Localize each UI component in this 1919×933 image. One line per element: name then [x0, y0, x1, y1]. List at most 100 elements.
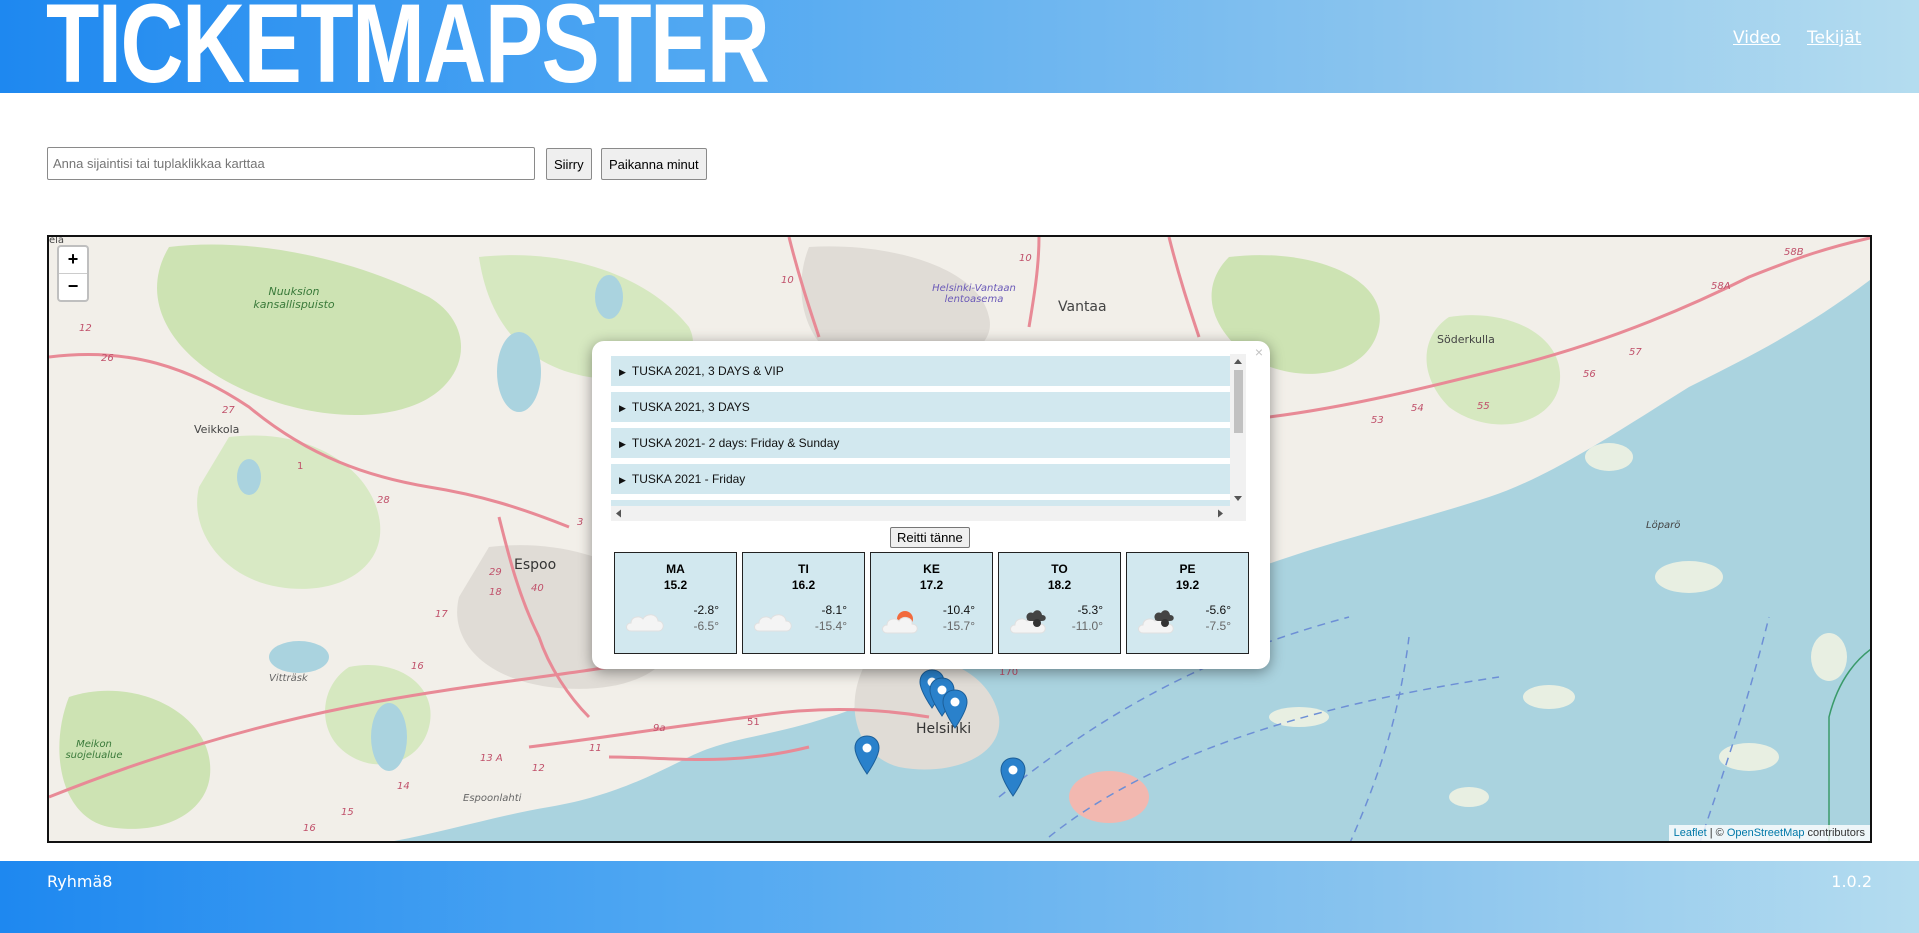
- weather-date: 18.2: [1047, 578, 1072, 592]
- place-label: Löparö: [1646, 520, 1681, 531]
- place-label: Vantaa: [1058, 299, 1107, 315]
- nav-link-video[interactable]: Video: [1733, 28, 1781, 48]
- road-number: 12: [79, 323, 92, 334]
- ticket-item[interactable]: ▶ TUSKA 2021- 2 days: Friday & Sunday: [611, 428, 1231, 458]
- expand-triangle-icon: ▶: [619, 475, 626, 485]
- scroll-arrows-icon: [616, 509, 1223, 518]
- road-number: 1: [297, 461, 304, 472]
- weather-date: 19.2: [1175, 578, 1200, 592]
- weather-low: -15.4°: [814, 619, 847, 633]
- weather-card: TI 16.2 -8.1° -15.4°: [742, 552, 865, 654]
- event-popup: × ▶ TUSKA 2021, 3 DAYS & VIP ▶ TUSKA 2021,…: [592, 341, 1270, 669]
- road-number: 10: [781, 275, 794, 286]
- zoom-control: + −: [57, 245, 89, 302]
- route-here-button[interactable]: Reitti tänne: [890, 527, 970, 548]
- road-number: 58A: [1711, 281, 1731, 292]
- weather-high: -5.6°: [1205, 603, 1231, 617]
- weather-card: PE 19.2 -5.6° -7.5°: [1126, 552, 1249, 654]
- ticket-item[interactable]: ▶ TUSKA 2021, 3 DAYS: [611, 392, 1231, 422]
- place-label: Veikkola: [194, 423, 240, 436]
- road-number: 40: [531, 583, 544, 594]
- map-marker-pin-icon[interactable]: [854, 735, 880, 775]
- road-number: 54: [1411, 403, 1424, 414]
- weather-date: 16.2: [791, 578, 816, 592]
- road-number: 51: [747, 717, 760, 728]
- map-marker-pin-icon[interactable]: [1000, 757, 1026, 797]
- road-number: 58B: [1784, 247, 1804, 258]
- map-attribution: Leaflet | © OpenStreetMap contributors: [1668, 825, 1870, 841]
- road-number: 15: [341, 807, 354, 818]
- weather-card: MA 15.2 -2.8° -6.5°: [614, 552, 737, 654]
- road-number: 10: [1019, 253, 1032, 264]
- close-icon[interactable]: ×: [1255, 344, 1263, 360]
- footer-group-name: Ryhmä8: [47, 872, 113, 891]
- weather-low: -11.0°: [1071, 619, 1103, 633]
- zoom-in-button[interactable]: +: [59, 247, 87, 273]
- weather-day: TO: [1051, 562, 1068, 576]
- road-number: 55: [1477, 401, 1490, 412]
- weather-high: -5.3°: [1077, 603, 1103, 617]
- ticket-label: TUSKA 2021, 3 DAYS & VIP: [631, 364, 784, 378]
- attribution-suffix: contributors: [1804, 827, 1865, 839]
- weather-low: -6.5°: [693, 619, 719, 633]
- attribution-separator: | ©: [1706, 827, 1727, 839]
- place-label: Espoo: [514, 557, 557, 573]
- weather-high: -8.1°: [821, 603, 847, 617]
- cloud-icon: [754, 614, 792, 632]
- place-label: Vitträsk: [269, 673, 308, 684]
- locate-me-button[interactable]: Paikanna minut: [601, 148, 707, 180]
- header-bar: TICKETMAPSTER Video Tekijät: [0, 0, 1919, 93]
- road-number: 18: [489, 587, 502, 598]
- ticket-item[interactable]: ▶ TUSKA 2021 - Friday: [611, 464, 1231, 494]
- place-label: Meikon suojelualue: [65, 739, 123, 761]
- weather-high: -10.4°: [942, 603, 975, 617]
- road-number: 28: [377, 495, 390, 506]
- ticket-list[interactable]: ▶ TUSKA 2021, 3 DAYS & VIP ▶ TUSKA 2021, 3…: [611, 354, 1249, 522]
- dark-clouds-icon: [1138, 610, 1174, 634]
- go-button[interactable]: Siirry: [546, 148, 592, 180]
- weather-date: 15.2: [663, 578, 688, 592]
- weather-day: KE: [923, 562, 940, 576]
- osm-link[interactable]: OpenStreetMap: [1727, 827, 1805, 839]
- vertical-scrollbar[interactable]: [1230, 354, 1246, 506]
- road-number: 13 A: [480, 753, 503, 764]
- weather-low: -15.7°: [942, 619, 975, 633]
- expand-triangle-icon: ▶: [619, 367, 626, 377]
- place-label: Söderkulla: [1437, 333, 1495, 346]
- road-number: 14: [397, 781, 410, 792]
- dark-clouds-icon: [1010, 610, 1046, 634]
- weather-card: KE 17.2 -10.4° -15.7°: [870, 552, 993, 654]
- leaflet-link[interactable]: Leaflet: [1674, 827, 1707, 839]
- weather-day: PE: [1179, 562, 1196, 576]
- road-number: 27: [222, 405, 235, 416]
- nav-link-tekijat[interactable]: Tekijät: [1807, 28, 1861, 48]
- road-number: 16: [303, 823, 316, 834]
- expand-triangle-icon: ▶: [619, 403, 626, 413]
- weather-day: MA: [666, 562, 685, 576]
- location-search-input[interactable]: [47, 147, 535, 180]
- weather-card: TO 18.2 -5.3° -11.0°: [998, 552, 1121, 654]
- road-number: 12: [532, 763, 545, 774]
- weather-high: -2.8°: [693, 603, 719, 617]
- road-number: 53: [1371, 415, 1384, 426]
- ticket-label: TUSKA 2021- 2 days: Friday & Sunday: [631, 436, 840, 450]
- footer-version: 1.0.2: [1831, 872, 1872, 891]
- road-number: 3: [577, 517, 584, 528]
- place-label: Espoonlahti: [463, 793, 522, 804]
- expand-triangle-icon: ▶: [619, 439, 626, 449]
- road-number: 29: [489, 567, 502, 578]
- weather-day: TI: [798, 562, 809, 576]
- ticket-label: TUSKA 2021, 3 DAYS: [631, 400, 750, 414]
- zoom-out-button[interactable]: −: [59, 273, 87, 300]
- map-marker-pin-icon[interactable]: [942, 689, 968, 729]
- road-number: 26: [101, 353, 114, 364]
- site-logo[interactable]: TICKETMAPSTER: [46, 0, 770, 93]
- road-number: 17: [435, 609, 448, 620]
- weather-low: -7.5°: [1205, 619, 1231, 633]
- horizontal-scrollbar[interactable]: [611, 506, 1246, 521]
- weather-date: 17.2: [919, 578, 944, 592]
- scrollbar-thumb[interactable]: [1234, 370, 1243, 433]
- ticket-item[interactable]: ▶ TUSKA 2021, 3 DAYS & VIP: [611, 356, 1231, 386]
- footer-bar: Ryhmä8 1.0.2: [0, 861, 1919, 933]
- road-number: 11: [589, 743, 602, 754]
